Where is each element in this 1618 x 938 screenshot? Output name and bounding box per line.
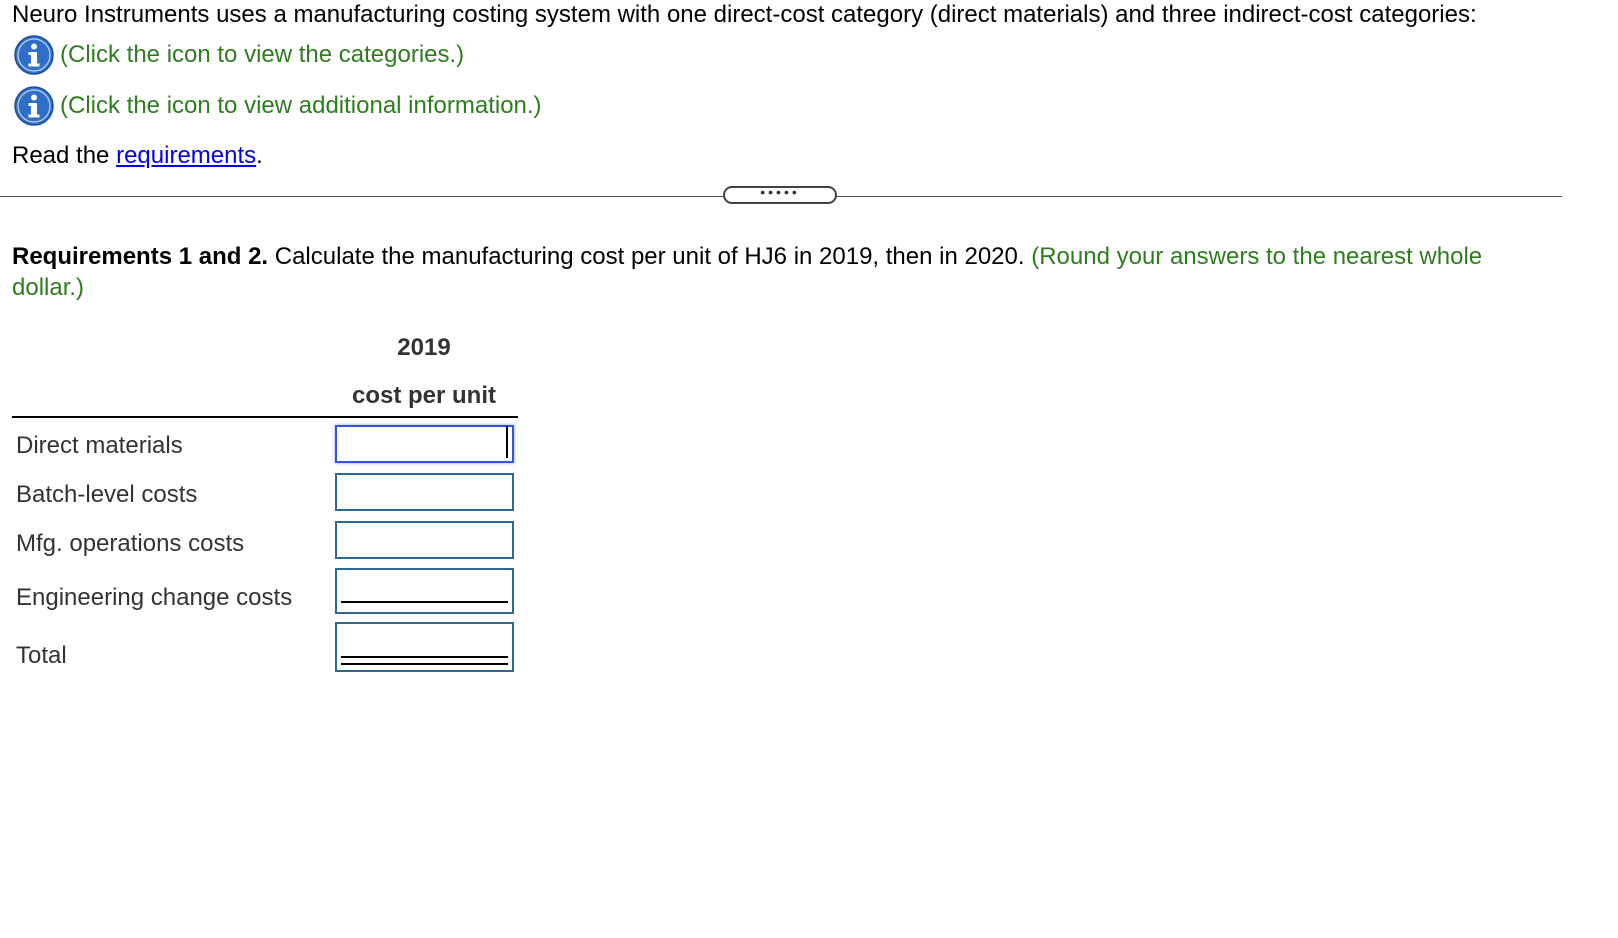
read-prefix: Read the: [12, 142, 117, 169]
row-label-total: Total: [16, 642, 67, 669]
info-icon[interactable]: [14, 35, 54, 75]
info-link-categories[interactable]: (Click the icon to view the categories.): [14, 35, 464, 75]
info-icon[interactable]: [14, 86, 54, 126]
batch-level-costs-input[interactable]: [335, 473, 514, 511]
info-link-additional[interactable]: (Click the icon to view additional infor…: [14, 86, 542, 126]
info-link-label[interactable]: (Click the icon to view additional infor…: [60, 92, 542, 120]
engineering-change-costs-input[interactable]: [335, 568, 514, 614]
requirement-heading: Requirements 1 and 2.: [12, 243, 269, 270]
table-header-rule: [12, 416, 518, 418]
direct-materials-input[interactable]: [335, 425, 514, 463]
divider-expand-handle[interactable]: •••••: [723, 184, 837, 204]
mfg-operations-costs-input[interactable]: [335, 521, 514, 559]
info-link-label[interactable]: (Click the icon to view the categories.): [60, 41, 464, 69]
row-label-direct-materials: Direct materials: [16, 432, 183, 459]
total-double-underline: [341, 656, 508, 665]
row-label-engineering-change: Engineering change costs: [16, 584, 293, 611]
read-requirements-line: Read the requirements.: [12, 141, 263, 171]
column-header: cost per unit: [351, 382, 496, 409]
year-header: 2019: [397, 334, 451, 361]
read-suffix: .: [256, 142, 263, 169]
row-label-batch-level: Batch-level costs: [16, 481, 198, 508]
intro-text: Neuro Instruments uses a manufacturing c…: [12, 1, 1477, 28]
requirements-link[interactable]: requirements: [116, 142, 256, 169]
text-caret: [506, 426, 508, 458]
requirement-prompt: Requirements 1 and 2. Calculate the manu…: [12, 241, 1532, 303]
requirement-text: Calculate the manufacturing cost per uni…: [268, 243, 1032, 270]
divider-handle-dots: •••••: [760, 184, 800, 200]
subtotal-underline: [341, 601, 508, 603]
row-label-mfg-operations: Mfg. operations costs: [16, 530, 245, 557]
